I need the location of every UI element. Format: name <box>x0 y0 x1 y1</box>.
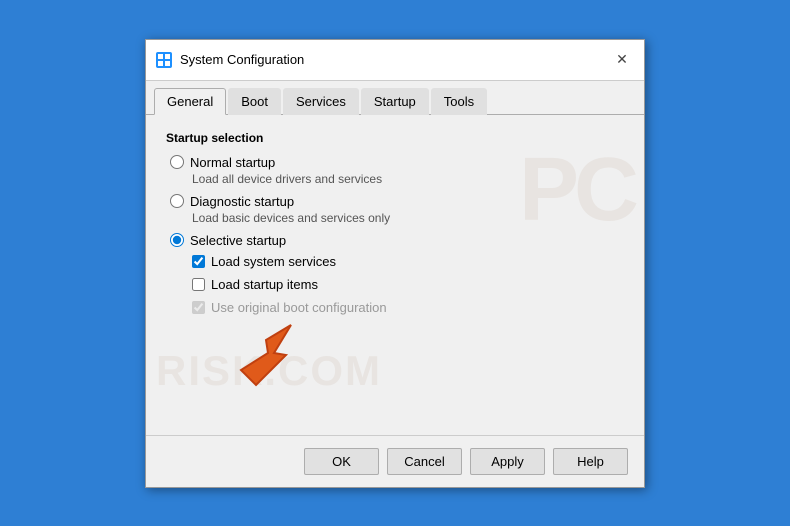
title-bar-text: System Configuration <box>180 52 610 67</box>
footer: OK Cancel Apply Help <box>146 435 644 487</box>
use-original-row: Use original boot configuration <box>192 300 624 315</box>
load-startup-checkbox[interactable] <box>192 278 205 291</box>
tab-services[interactable]: Services <box>283 88 359 115</box>
diagnostic-startup-radio[interactable] <box>170 194 184 208</box>
use-original-checkbox[interactable] <box>192 301 205 314</box>
diagnostic-startup-sub: Load basic devices and services only <box>170 211 624 225</box>
selective-startup-label[interactable]: Selective startup <box>190 233 286 248</box>
tab-tools[interactable]: Tools <box>431 88 487 115</box>
help-button[interactable]: Help <box>553 448 628 475</box>
load-system-row: Load system services <box>192 254 624 269</box>
load-startup-row: Load startup items <box>192 277 624 292</box>
tab-boot[interactable]: Boot <box>228 88 281 115</box>
selective-startup-radio[interactable] <box>170 233 184 247</box>
normal-startup-sub: Load all device drivers and services <box>170 172 624 186</box>
tab-startup[interactable]: Startup <box>361 88 429 115</box>
load-system-checkbox[interactable] <box>192 255 205 268</box>
title-bar: System Configuration ✕ <box>146 40 644 81</box>
tab-general[interactable]: General <box>154 88 226 115</box>
apply-button[interactable]: Apply <box>470 448 545 475</box>
system-config-dialog: System Configuration ✕ General Boot Serv… <box>145 39 645 488</box>
normal-startup-label[interactable]: Normal startup <box>190 155 275 170</box>
load-startup-label[interactable]: Load startup items <box>211 277 318 292</box>
normal-startup-group: Normal startup Load all device drivers a… <box>166 155 624 186</box>
ok-button[interactable]: OK <box>304 448 379 475</box>
watermark-risk: RISK.COM <box>156 347 382 395</box>
selective-startup-group: Selective startup Load system services L… <box>166 233 624 315</box>
selective-options: Load system services Load startup items … <box>170 254 624 315</box>
cancel-button[interactable]: Cancel <box>387 448 462 475</box>
use-original-label: Use original boot configuration <box>211 300 387 315</box>
app-icon <box>156 52 172 68</box>
diagnostic-startup-label[interactable]: Diagnostic startup <box>190 194 294 209</box>
load-system-label[interactable]: Load system services <box>211 254 336 269</box>
group-label: Startup selection <box>166 131 624 145</box>
diagnostic-startup-group: Diagnostic startup Load basic devices an… <box>166 194 624 225</box>
normal-startup-radio[interactable] <box>170 155 184 169</box>
close-button[interactable]: ✕ <box>610 48 634 72</box>
content-area: PC RISK.COM Startup selection Normal sta… <box>146 115 644 435</box>
tab-bar: General Boot Services Startup Tools <box>146 81 644 115</box>
